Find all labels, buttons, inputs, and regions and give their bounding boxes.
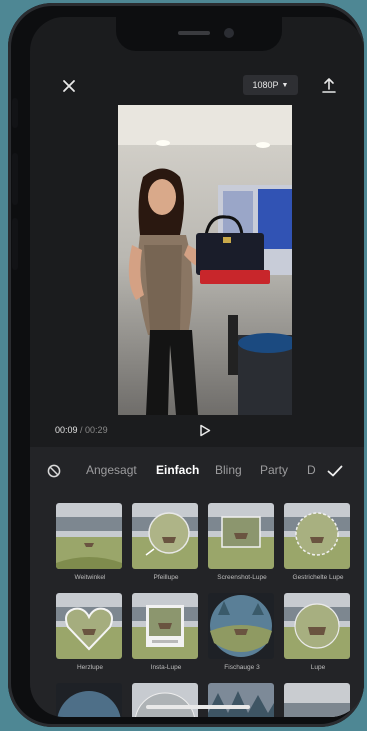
resolution-label: 1080P [252,80,279,90]
effect-thumbnail [208,683,274,717]
effect-item-fischauge-3[interactable]: Fischauge 3 [208,593,276,671]
resolution-button[interactable]: 1080P ▼ [243,75,298,95]
effect-thumbnail [132,503,198,569]
play-icon[interactable] [196,421,214,439]
effect-thumbnail [56,593,122,659]
effect-label: Insta-Lupe [150,664,182,671]
effect-thumbnail [284,683,350,717]
effect-item[interactable] [208,683,276,717]
effect-item-lupe[interactable]: Lupe [284,593,352,671]
total-duration: 00:29 [85,425,108,435]
close-icon[interactable] [58,75,80,97]
notch [116,17,282,51]
effect-thumbnail [56,683,122,717]
effect-label: Pfeillupe [153,574,179,581]
volume-up-button [12,153,18,205]
home-indicator[interactable] [146,705,250,709]
effect-label: Herzlupe [76,664,103,671]
phone-frame: 1080P ▼ 00:09 / 00:29 Angesagt Einfach B… [8,3,364,727]
time-readout: 00:09 / 00:29 [55,425,108,435]
tab-party[interactable]: Party [260,463,288,477]
effect-item-weitwinkel[interactable]: Weitwinkel [56,503,124,581]
mute-switch [12,98,18,128]
app-screen: 1080P ▼ 00:09 / 00:29 Angesagt Einfach B… [30,17,364,717]
current-time: 00:09 [55,425,78,435]
effect-item-insta-lupe[interactable]: Insta-Lupe [132,593,200,671]
effect-label: Screenshot-Lupe [217,574,267,581]
effect-thumbnail [56,503,122,569]
upload-icon[interactable] [318,74,340,96]
effect-label: Lupe [310,664,326,671]
effect-item[interactable] [132,683,200,717]
effect-thumbnail [208,503,274,569]
speaker [178,31,210,35]
effect-thumbnail [132,593,198,659]
effects-panel: Angesagt Einfach Bling Party D Weitwinke… [30,447,364,717]
effects-tab-bar: Angesagt Einfach Bling Party D [30,459,364,483]
effect-thumbnail [284,593,350,659]
caret-down-icon: ▼ [281,81,289,89]
effect-item-herzlupe[interactable]: Herzlupe [56,593,124,671]
no-effect-icon[interactable] [44,461,64,481]
tab-more[interactable]: D [307,463,317,477]
front-camera [224,28,234,38]
effect-item-pfeillupe[interactable]: Pfeillupe [132,503,200,581]
effect-item[interactable] [284,683,352,717]
effect-label: Fischauge 3 [224,664,260,671]
tab-bling[interactable]: Bling [215,463,242,477]
tab-einfach[interactable]: Einfach [156,463,199,477]
tab-angesagt[interactable]: Angesagt [86,463,137,477]
effect-label: Weitwinkel [74,574,106,581]
effect-thumbnail [208,593,274,659]
effect-item[interactable] [56,683,124,717]
effect-thumbnail [132,683,198,717]
effect-thumbnail [284,503,350,569]
effect-item-screenshot-lupe[interactable]: Screenshot-Lupe [208,503,276,581]
volume-down-button [12,218,18,270]
effect-label: Gestrichelte Lupe [292,574,344,581]
time-separator: / [77,425,86,435]
checkmark-icon[interactable] [324,461,346,481]
video-preview[interactable] [118,105,292,415]
effect-item-gestrichelte-lupe[interactable]: Gestrichelte Lupe [284,503,352,581]
